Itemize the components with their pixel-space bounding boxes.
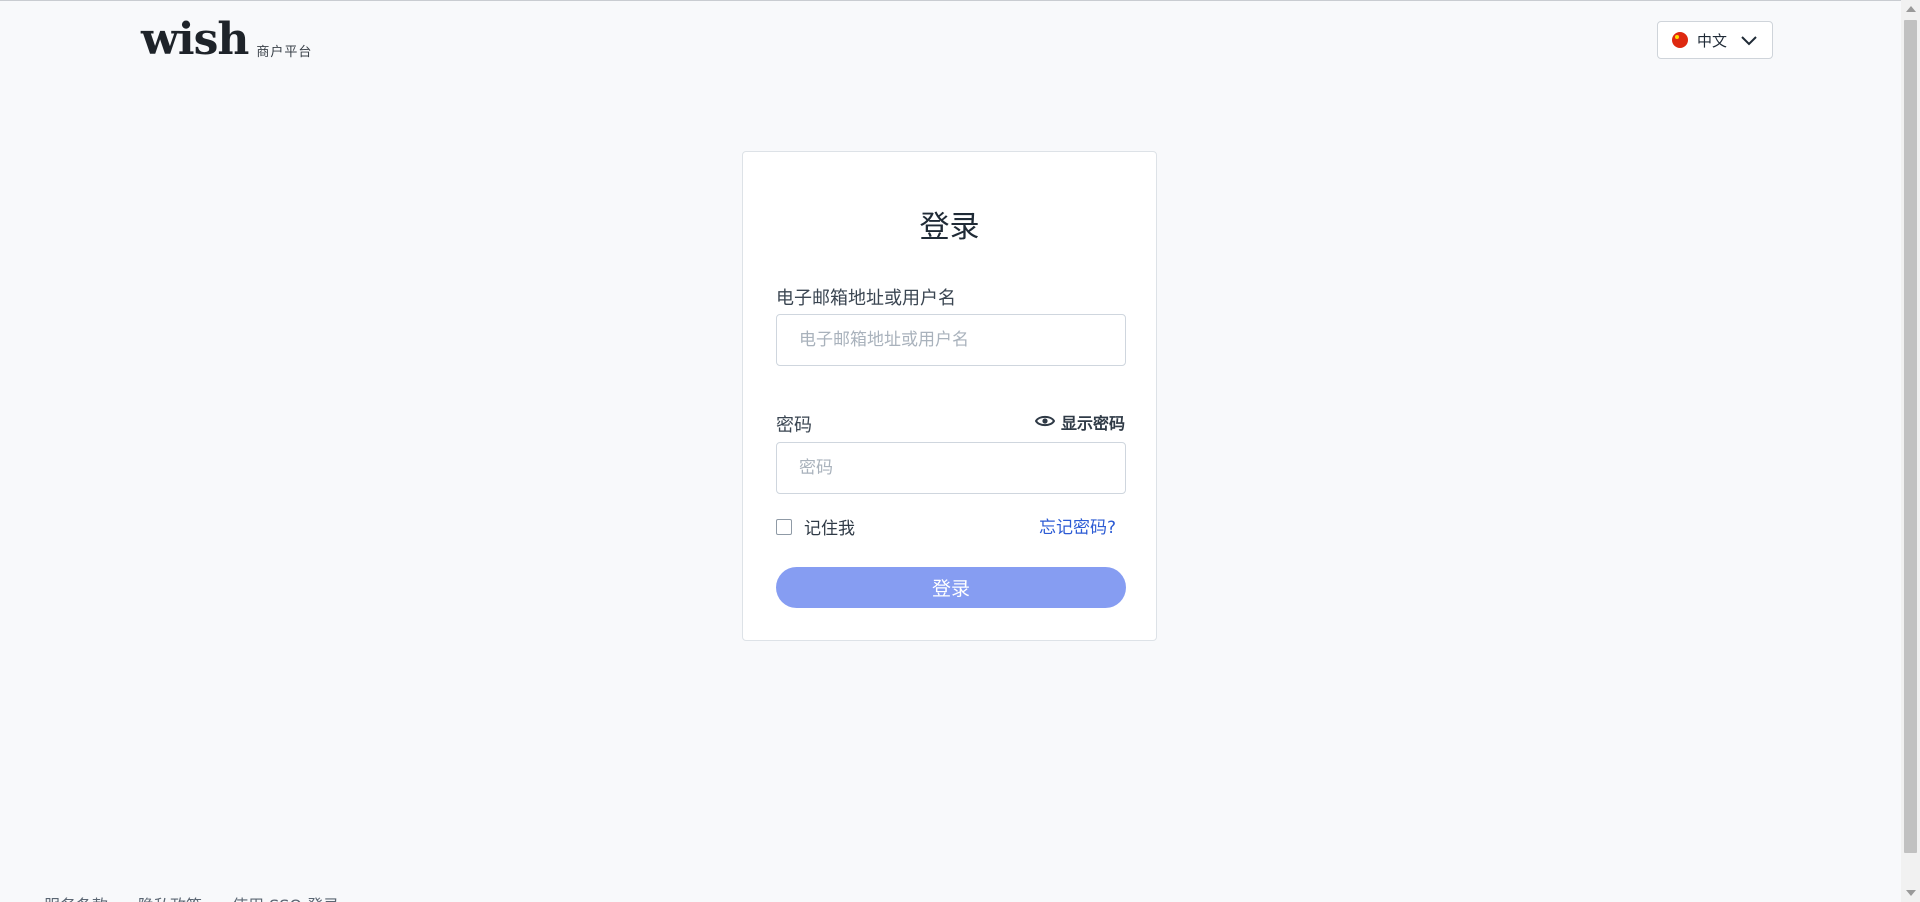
footer-links: 服务条款 隐私政策 使用 SSO 登录 <box>44 892 339 902</box>
privacy-policy-link[interactable]: 隐私政策 <box>138 892 202 902</box>
china-flag-icon <box>1672 32 1688 48</box>
logo-wordmark: wish <box>141 14 249 65</box>
logo-subtitle: 商户平台 <box>256 45 313 60</box>
login-button[interactable]: 登录 <box>776 567 1126 608</box>
email-label: 电子邮箱地址或用户名 <box>776 288 956 309</box>
wish-logo[interactable]: wish 商户平台 <box>141 18 312 62</box>
language-selector[interactable]: 中文 <box>1657 21 1773 59</box>
scrollbar-thumb[interactable] <box>1904 20 1917 853</box>
remember-me[interactable]: 记住我 <box>776 514 855 539</box>
password-field[interactable] <box>776 442 1126 494</box>
remember-me-checkbox[interactable] <box>776 518 792 535</box>
login-title: 登录 <box>919 210 980 245</box>
language-label: 中文 <box>1697 31 1728 50</box>
login-card: 登录 电子邮箱地址或用户名 密码 显示密码 记住我 忘记密码? 登录 <box>742 151 1157 641</box>
vertical-scrollbar[interactable] <box>1901 0 1920 902</box>
sso-login-link[interactable]: 使用 SSO 登录 <box>232 892 339 902</box>
show-password-toggle[interactable]: 显示密码 <box>1034 410 1125 434</box>
scroll-down-arrow-icon[interactable] <box>1906 890 1916 896</box>
forgot-password-link[interactable]: 忘记密码? <box>1039 513 1116 538</box>
email-field[interactable] <box>776 314 1126 366</box>
remember-me-label: 记住我 <box>804 519 855 539</box>
terms-of-service-link[interactable]: 服务条款 <box>44 892 108 902</box>
password-label: 密码 <box>776 415 812 436</box>
eye-icon <box>1034 413 1056 432</box>
show-password-label: 显示密码 <box>1060 414 1125 433</box>
chevron-down-icon <box>1740 31 1758 53</box>
scroll-up-arrow-icon[interactable] <box>1906 6 1916 12</box>
window-top-border <box>0 0 1920 1</box>
